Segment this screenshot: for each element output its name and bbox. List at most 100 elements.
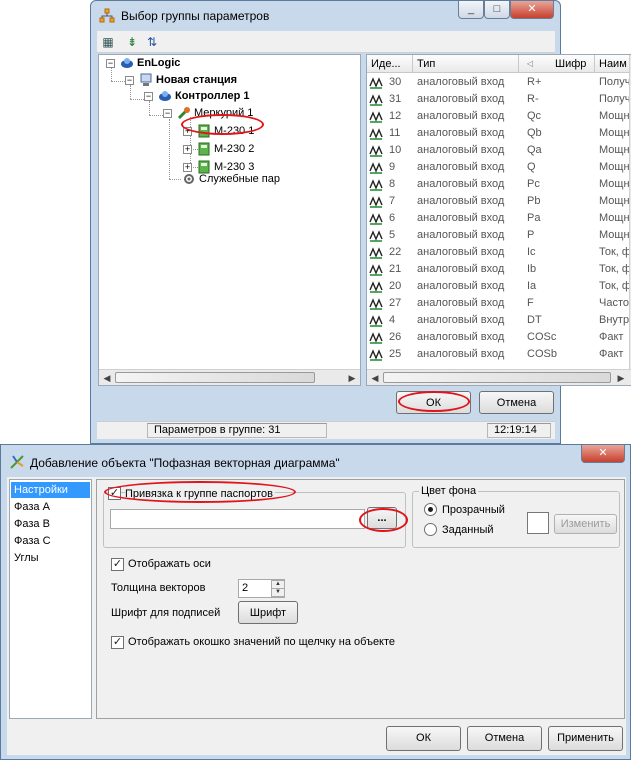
- collapse-icon[interactable]: −: [144, 92, 153, 101]
- table-row[interactable]: 12 аналоговый вход Qc Мощн: [367, 108, 630, 125]
- analog-input-icon: [367, 142, 387, 159]
- meter-icon: [198, 142, 210, 156]
- dialog-body: Настройки Фаза A Фаза B Фаза C Углы ✓ Пр…: [7, 477, 626, 755]
- cell-id: 4: [389, 314, 396, 326]
- table-row[interactable]: 9 аналоговый вход Q Мощн: [367, 159, 630, 176]
- scroll-right-icon[interactable]: ▶: [614, 371, 628, 385]
- settings-nav: Настройки Фаза A Фаза B Фаза C Углы: [9, 479, 92, 719]
- nav-item-phase-b[interactable]: Фаза B: [11, 516, 90, 532]
- table-row[interactable]: 11 аналоговый вход Qb Мощн: [367, 125, 630, 142]
- minimize-button[interactable]: _: [458, 1, 484, 19]
- expand-icon[interactable]: +: [183, 145, 192, 154]
- cancel-button[interactable]: Отмена: [479, 391, 554, 414]
- cell-name: Мощн: [599, 127, 630, 139]
- analog-input-icon: [367, 159, 387, 176]
- collapse-icon[interactable]: −: [106, 59, 115, 68]
- cell-id: 10: [389, 144, 402, 156]
- column-header-name[interactable]: Наим: [595, 55, 631, 73]
- show-values-checkbox[interactable]: ✓: [111, 636, 124, 649]
- table-row[interactable]: 26 аналоговый вход COSc Факт: [367, 329, 630, 346]
- properties-icon[interactable]: ▦: [99, 34, 117, 50]
- cell-type: аналоговый вход: [417, 110, 505, 122]
- column-header-type[interactable]: Тип: [413, 55, 519, 73]
- toolbar: ▦ ⇟ ⇅: [97, 31, 555, 53]
- table-row[interactable]: 6 аналоговый вход Pa Мощн: [367, 210, 630, 227]
- ok-button[interactable]: ОК: [386, 726, 461, 751]
- scroll-right-icon[interactable]: ▶: [345, 371, 359, 385]
- scroll-thumb[interactable]: [383, 372, 611, 383]
- cell-type: аналоговый вход: [417, 212, 505, 224]
- app-icon: [99, 8, 115, 23]
- table-row[interactable]: 25 аналоговый вход COSb Факт: [367, 346, 630, 363]
- table-row[interactable]: 7 аналоговый вход Pb Мощн: [367, 193, 630, 210]
- cell-id: 30: [389, 76, 402, 88]
- table-row[interactable]: 31 аналоговый вход R- Получ: [367, 91, 630, 108]
- analog-input-icon: [367, 91, 387, 108]
- annotation-circle: [359, 508, 408, 532]
- cell-id: 22: [389, 246, 402, 258]
- change-color-button[interactable]: Изменить: [554, 514, 617, 534]
- table-row[interactable]: 27 аналоговый вход F Часто: [367, 295, 630, 312]
- status-params-count: Параметров в группе: 31: [147, 423, 327, 438]
- table-row[interactable]: 30 аналоговый вход R+ Получ: [367, 74, 630, 91]
- custom-color-radio[interactable]: [424, 523, 437, 536]
- cell-name: Ток, ф: [599, 263, 631, 275]
- cell-type: аналоговый вход: [417, 314, 505, 326]
- tree-view[interactable]: − EnLogic − Новая станция − Контроллер 1…: [98, 54, 361, 386]
- cell-id: 31: [389, 93, 402, 105]
- close-button[interactable]: ✕: [510, 1, 554, 19]
- table-row[interactable]: 10 аналоговый вход Qa Мощн: [367, 142, 630, 159]
- scroll-thumb[interactable]: [115, 372, 315, 383]
- import-icon[interactable]: ⇟: [123, 34, 141, 50]
- grid-horizontal-scrollbar[interactable]: ◀ ▶: [367, 369, 631, 385]
- passport-group-field[interactable]: [110, 509, 365, 529]
- nav-item-settings[interactable]: Настройки: [11, 482, 90, 498]
- cell-type: аналоговый вход: [417, 246, 505, 258]
- sort-icon[interactable]: ⇅: [143, 34, 161, 50]
- maximize-button[interactable]: □: [484, 1, 510, 19]
- transparent-radio[interactable]: [424, 503, 437, 516]
- annotation-circle: [181, 114, 264, 135]
- nav-item-phase-c[interactable]: Фаза C: [11, 533, 90, 549]
- cancel-button[interactable]: Отмена: [467, 726, 542, 751]
- table-row[interactable]: 8 аналоговый вход Pc Мощн: [367, 176, 630, 193]
- table-row[interactable]: 20 аналоговый вход Ia Ток, ф: [367, 278, 631, 295]
- title-bar[interactable]: Добавление объекта "Пофазная векторная д…: [1, 445, 630, 475]
- cell-name: Мощн: [599, 229, 630, 241]
- cell-code: Qb: [527, 127, 542, 139]
- station-icon: [140, 73, 152, 86]
- cell-code: Pc: [527, 178, 540, 190]
- cell-code: Pb: [527, 195, 541, 207]
- cell-name: Ток, ф: [599, 246, 631, 258]
- expand-icon[interactable]: +: [183, 163, 192, 172]
- column-header-id[interactable]: Иде...: [367, 55, 413, 73]
- parameters-grid[interactable]: Иде... Тип ◁ Шифр Наим 30 аналоговый вход…: [366, 54, 631, 386]
- font-button[interactable]: Шрифт: [238, 601, 298, 624]
- nav-item-angles[interactable]: Углы: [11, 550, 90, 566]
- spin-down-icon[interactable]: ▼: [271, 588, 285, 597]
- cell-code: Q: [527, 161, 536, 173]
- nav-item-phase-a[interactable]: Фаза A: [11, 499, 90, 515]
- table-row[interactable]: 22 аналоговый вход Ic Ток, ф: [367, 244, 631, 261]
- cell-type: аналоговый вход: [417, 144, 505, 156]
- apply-button[interactable]: Применить: [548, 726, 623, 751]
- cell-id: 25: [389, 348, 402, 360]
- table-row[interactable]: 4 аналоговый вход DT Внутр: [367, 312, 630, 329]
- tree-horizontal-scrollbar[interactable]: ◀ ▶: [99, 369, 360, 385]
- show-axes-checkbox[interactable]: ✓: [111, 558, 124, 571]
- close-button[interactable]: ✕: [581, 445, 625, 463]
- table-row[interactable]: 21 аналоговый вход Ib Ток, ф: [367, 261, 631, 278]
- column-header-code[interactable]: ◁ Шифр: [519, 55, 595, 73]
- cell-name: Мощн: [599, 161, 630, 173]
- collapse-icon[interactable]: −: [125, 76, 134, 85]
- table-row[interactable]: 5 аналоговый вход P Мощн: [367, 227, 630, 244]
- scroll-left-icon[interactable]: ◀: [368, 371, 382, 385]
- controller-icon: [159, 91, 171, 101]
- custom-color-label: Заданный: [442, 524, 494, 536]
- cell-name: Получ: [599, 93, 631, 105]
- collapse-icon[interactable]: −: [163, 109, 172, 118]
- cell-name: Часто: [599, 297, 629, 309]
- color-swatch[interactable]: [527, 512, 549, 534]
- cell-code: R-: [527, 93, 539, 105]
- scroll-left-icon[interactable]: ◀: [100, 371, 114, 385]
